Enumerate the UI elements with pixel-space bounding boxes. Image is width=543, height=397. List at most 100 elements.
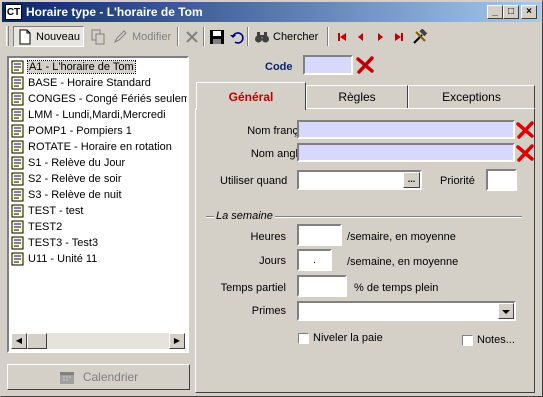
code-label: Code [265, 61, 293, 73]
list-item-label: POMP1 - Pompiers 1 [28, 125, 132, 137]
list-item-label: LMM - Lundi,Mardi,Mercredi [28, 109, 166, 121]
copy-icon [90, 29, 106, 45]
list-item-label: S3 - Relève de nuit [28, 189, 122, 201]
list-item[interactable]: A1 - L'horaire de Tom [11, 59, 136, 75]
semaine-legend: La semaine [214, 210, 275, 222]
schedule-doc-icon [11, 108, 25, 122]
schedule-doc-icon [11, 156, 25, 170]
list-item-label: U11 - Unité 11 [28, 253, 98, 265]
list-item-label: TEST3 - Test3 [28, 237, 99, 249]
list-item[interactable]: BASE - Horaire Standard [11, 75, 151, 91]
ellipsis-button[interactable]: ... [403, 172, 420, 188]
floppy-disk-icon [209, 29, 225, 45]
list-item-label: S1 - Relève du Jour [28, 157, 126, 169]
temps-partiel-input[interactable] [297, 275, 347, 297]
niveler-checkbox[interactable] [298, 333, 309, 344]
undo-button[interactable] [226, 26, 248, 47]
list-item-label: S2 - Relève de soir [28, 173, 122, 185]
schedule-doc-icon [11, 172, 25, 186]
tab-general[interactable]: Général [196, 82, 306, 110]
heures-suffix: /semaire, en moyenne [347, 231, 456, 243]
schedule-doc-icon [11, 236, 25, 250]
list-item[interactable]: LMM - Lundi,Mardi,Mercredi [11, 107, 166, 123]
priorite-label: Priorité [440, 175, 475, 187]
copy-button[interactable] [87, 26, 109, 47]
search-button[interactable]: Chercher [251, 26, 321, 47]
heures-label: Heures [250, 231, 286, 243]
title-bar[interactable]: CT Horaire type - L'horaire de Tom _ □ × [2, 2, 541, 22]
required-x-icon [515, 120, 535, 140]
nom-francais-input[interactable] [297, 120, 515, 139]
previous-arrow-icon [353, 29, 369, 45]
window-title: Horaire type - L'horaire de Tom [26, 5, 203, 19]
toolbar-separator [327, 27, 329, 46]
close-button[interactable]: × [521, 5, 537, 19]
toolbar-separator [177, 27, 179, 46]
delete-x-icon [184, 29, 200, 45]
utiliser-quand-input[interactable]: ... [297, 170, 422, 190]
new-button[interactable]: Nouveau [13, 26, 85, 47]
tools-button[interactable] [409, 26, 431, 47]
jours-label: Jours [259, 255, 286, 267]
schedule-doc-icon [11, 60, 25, 74]
save-button[interactable] [206, 26, 228, 47]
calendar-button[interactable]: Calendrier [7, 364, 190, 390]
niveler-label: Niveler la paie [313, 332, 383, 344]
heures-input[interactable] [297, 224, 342, 246]
first-arrow-icon [334, 29, 350, 45]
list-item[interactable]: TEST2 [11, 219, 62, 235]
list-item[interactable]: TEST3 - Test3 [11, 235, 98, 251]
toolbar-separator [203, 27, 205, 46]
new-document-icon [17, 29, 33, 45]
undo-arrow-icon [229, 29, 245, 45]
required-x-icon [515, 143, 535, 163]
list-item-label: ROTATE - Horaire en rotation [28, 141, 172, 153]
list-item-label: BASE - Horaire Standard [28, 77, 151, 89]
scroll-right-icon[interactable]: ▶ [169, 333, 185, 349]
list-item[interactable]: S3 - Relève de nuit [11, 187, 122, 203]
list-item[interactable]: CONGES - Congé Fériés seulem [11, 91, 189, 107]
list-item[interactable]: TEST - test [11, 203, 83, 219]
code-input[interactable] [303, 55, 353, 75]
tab-exceptions[interactable]: Exceptions [408, 85, 535, 109]
toolbar: Nouveau Modifier Chercher [2, 24, 540, 48]
calendar-button-label: Calendrier [82, 370, 139, 384]
nom-anglais-input[interactable] [297, 143, 515, 162]
toolbar-separator [247, 27, 249, 46]
scroll-left-icon[interactable]: ◀ [11, 333, 27, 349]
primes-label: Primes [251, 305, 286, 317]
list-item[interactable]: S2 - Relève de soir [11, 171, 122, 187]
app-icon: CT [5, 4, 22, 20]
list-horizontal-scrollbar[interactable]: ◀ ▶ [11, 333, 185, 349]
modify-button[interactable]: Modifier [110, 26, 174, 47]
schedule-doc-icon [11, 124, 25, 138]
list-item-label: TEST2 [28, 221, 63, 233]
toolbar-grip[interactable] [6, 26, 9, 46]
jours-input[interactable]: . [297, 249, 332, 271]
last-arrow-icon [391, 29, 407, 45]
tab-rules[interactable]: Règles [306, 85, 408, 109]
hammer-wrench-icon [412, 27, 428, 45]
notes-checkbox[interactable] [462, 335, 473, 346]
priorite-input[interactable] [486, 169, 517, 191]
next-arrow-icon [372, 29, 388, 45]
maximize-button[interactable]: □ [503, 5, 519, 19]
jours-suffix: /semaine, en moyenne [347, 256, 459, 268]
chevron-down-icon[interactable] [498, 303, 514, 319]
schedule-doc-icon [11, 204, 25, 218]
required-x-icon [355, 55, 375, 75]
primes-dropdown[interactable] [297, 301, 516, 321]
list-item[interactable]: ROTATE - Horaire en rotation [11, 139, 172, 155]
list-item[interactable]: U11 - Unité 11 [11, 251, 97, 267]
list-item-label: CONGES - Congé Fériés seulem [28, 93, 189, 105]
list-item-label: TEST - test [28, 205, 84, 217]
temps-partiel-label: Temps partiel [220, 282, 286, 294]
minimize-button[interactable]: _ [487, 5, 503, 19]
notes-label[interactable]: Notes... [477, 334, 515, 346]
schedule-list[interactable]: A1 - L'horaire de Tom BASE - Horaire Sta… [7, 56, 189, 353]
delete-button[interactable] [181, 26, 203, 47]
list-item[interactable]: S1 - Relève du Jour [11, 155, 125, 171]
last-record-button[interactable] [388, 26, 410, 47]
scroll-thumb[interactable] [27, 333, 47, 349]
list-item[interactable]: POMP1 - Pompiers 1 [11, 123, 132, 139]
